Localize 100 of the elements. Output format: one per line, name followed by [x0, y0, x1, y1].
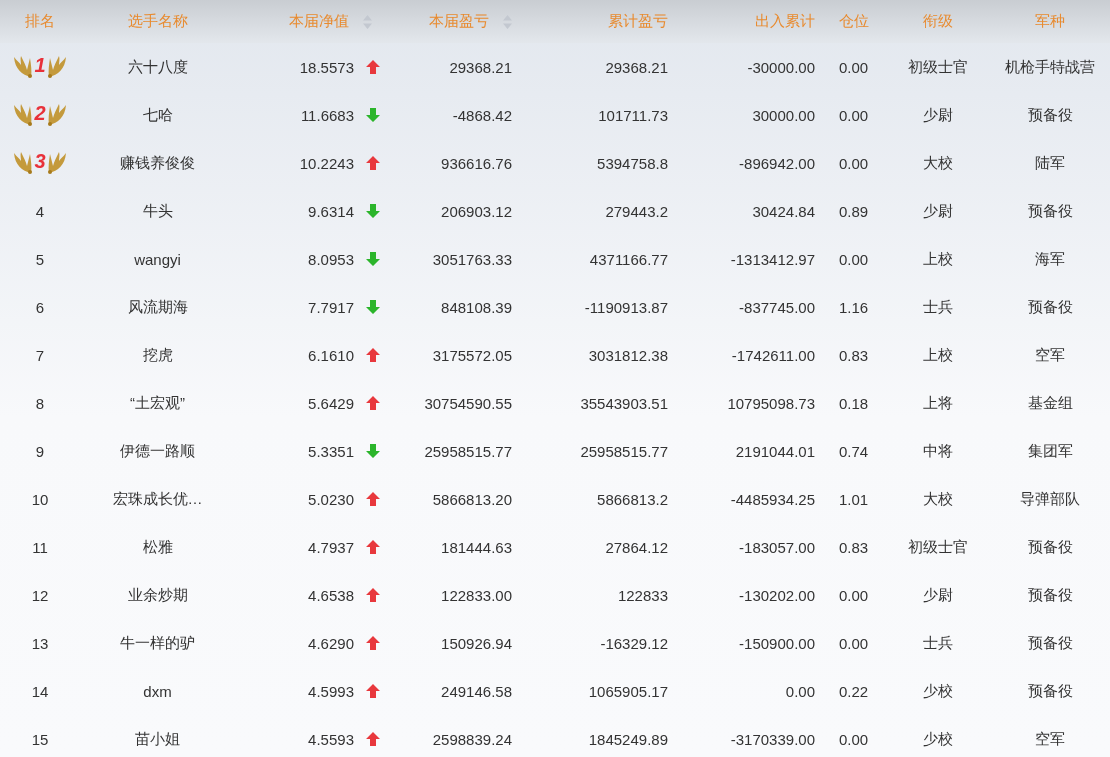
- total-profit-cell: 122833: [617, 586, 668, 604]
- column-header[interactable]: 本届盈亏: [429, 12, 512, 31]
- branch-cell: 预备役: [1027, 681, 1073, 699]
- in-out-cell: -1313412.97: [730, 250, 815, 268]
- in-out-cell: -30000.00: [747, 58, 815, 76]
- net-value-cell: 6.1610: [308, 346, 354, 364]
- column-header: 仓位: [838, 12, 869, 31]
- name-cell: 赚钱养俊俊: [120, 153, 195, 171]
- name-cell: 牛一样的驴: [120, 633, 195, 651]
- branch-cell: 空军: [1035, 345, 1065, 363]
- total-profit-cell: -1190913.87: [584, 298, 668, 316]
- column-header: 排名: [25, 12, 55, 31]
- position-cell: 0.22: [838, 682, 869, 700]
- branch-cell: 机枪手特战营: [1005, 57, 1095, 75]
- grade-cell: 大校: [922, 489, 953, 507]
- position-cell: 1.01: [838, 490, 869, 508]
- profit-cell: 936616.76: [441, 154, 512, 172]
- rank-number: 10: [31, 490, 49, 508]
- in-out-cell: -4485934.25: [730, 490, 815, 508]
- position-cell: 0.00: [838, 250, 869, 268]
- name-cell: 宏珠成长优…: [112, 489, 203, 507]
- net-value-cell: 8.0953: [308, 250, 354, 268]
- name-cell: 苗小姐: [135, 729, 180, 747]
- sort-icon[interactable]: [503, 14, 512, 29]
- net-value-cell: 4.6290: [308, 634, 354, 652]
- grade-cell: 少尉: [922, 585, 953, 603]
- branch-cell: 预备役: [1027, 201, 1073, 219]
- grade-cell: 少校: [922, 729, 953, 747]
- net-value-cell: 11.6683: [300, 106, 354, 124]
- name-cell: 六十八度: [127, 57, 188, 75]
- net-value-cell: 4.6538: [308, 586, 354, 604]
- grade-cell: 初级士官: [907, 537, 968, 555]
- grade-cell: 中将: [922, 441, 953, 459]
- profit-cell: 122833.00: [441, 586, 512, 604]
- grade-cell: 少校: [922, 681, 953, 699]
- grade-cell: 上校: [922, 345, 953, 363]
- position-cell: 1.16: [838, 298, 869, 316]
- in-out-cell: -837745.00: [739, 298, 815, 316]
- total-profit-cell: 29368.21: [605, 58, 668, 76]
- net-value-cell: 4.5593: [308, 730, 354, 748]
- net-value-cell: 10.2243: [299, 154, 354, 172]
- in-out-cell: -1742611.00: [731, 346, 815, 364]
- branch-cell: 海军: [1035, 249, 1065, 267]
- total-profit-cell: 27864.12: [605, 538, 668, 556]
- branch-cell: 集团军: [1027, 441, 1073, 459]
- total-profit-cell: 4371166.77: [589, 250, 668, 268]
- profit-cell: 150926.94: [441, 634, 512, 652]
- branch-cell: 预备役: [1027, 537, 1073, 555]
- position-cell: 0.00: [838, 586, 869, 604]
- column-header[interactable]: 本届净值: [289, 12, 372, 31]
- column-header: 衔级: [922, 12, 953, 31]
- net-value-cell: 7.7917: [308, 298, 354, 316]
- grade-cell: 少尉: [922, 201, 953, 219]
- in-out-cell: 2191044.01: [735, 442, 815, 460]
- total-profit-cell: 1845249.89: [588, 730, 668, 748]
- in-out-cell: -3170339.00: [730, 730, 815, 748]
- position-cell: 0.18: [838, 394, 869, 412]
- rank-number: 11: [32, 538, 48, 556]
- profit-cell: 249146.58: [441, 682, 512, 700]
- name-cell: 挖虎: [142, 345, 173, 363]
- rank-number: 14: [31, 682, 49, 700]
- branch-cell: 空军: [1035, 729, 1065, 747]
- column-header: 选手名称: [127, 12, 188, 31]
- total-profit-cell: 25958515.77: [580, 442, 668, 460]
- profit-cell: 2598839.24: [432, 730, 512, 748]
- in-out-cell: 30424.84: [752, 202, 815, 220]
- total-profit-cell: 5394758.8: [597, 154, 668, 172]
- branch-cell: 预备役: [1027, 297, 1073, 315]
- total-profit-cell: 101711.73: [598, 106, 668, 124]
- total-profit-cell: 5866813.2: [597, 490, 668, 508]
- sort-icon[interactable]: [363, 14, 372, 29]
- rank-number: 3: [34, 150, 46, 173]
- net-value-cell: 5.3351: [308, 442, 354, 460]
- name-cell: 业余炒期: [127, 585, 188, 603]
- name-cell: dxm: [143, 682, 172, 700]
- profit-cell: 5866813.20: [432, 490, 512, 508]
- rank-number: 8: [35, 394, 45, 412]
- in-out-cell: -183057.00: [739, 538, 815, 556]
- name-cell: 牛头: [142, 201, 173, 219]
- column-header: 出入累计: [755, 12, 815, 31]
- total-profit-cell: 3031812.38: [588, 346, 668, 364]
- rank-number: 15: [31, 730, 49, 748]
- branch-cell: 预备役: [1027, 105, 1073, 123]
- position-cell: 0.74: [838, 442, 869, 460]
- rank-number: 7: [35, 346, 45, 364]
- profit-cell: 3175572.05: [432, 346, 512, 364]
- in-out-cell: 10795098.73: [727, 394, 815, 412]
- column-header: 军种: [1035, 12, 1065, 31]
- profit-cell: 30754590.55: [424, 394, 512, 412]
- profit-cell: 181444.63: [441, 538, 512, 556]
- rank-number: 4: [35, 202, 45, 220]
- rank-number: 5: [35, 250, 45, 268]
- column-header: 累计盈亏: [608, 12, 668, 31]
- grade-cell: 上校: [922, 249, 953, 267]
- in-out-cell: 30000.00: [752, 106, 815, 124]
- name-cell: “土宏观”: [130, 393, 185, 411]
- name-cell: wangyi: [134, 250, 181, 268]
- net-value-cell: 9.6314: [308, 202, 354, 220]
- grade-cell: 士兵: [922, 297, 953, 315]
- grade-cell: 大校: [922, 153, 953, 171]
